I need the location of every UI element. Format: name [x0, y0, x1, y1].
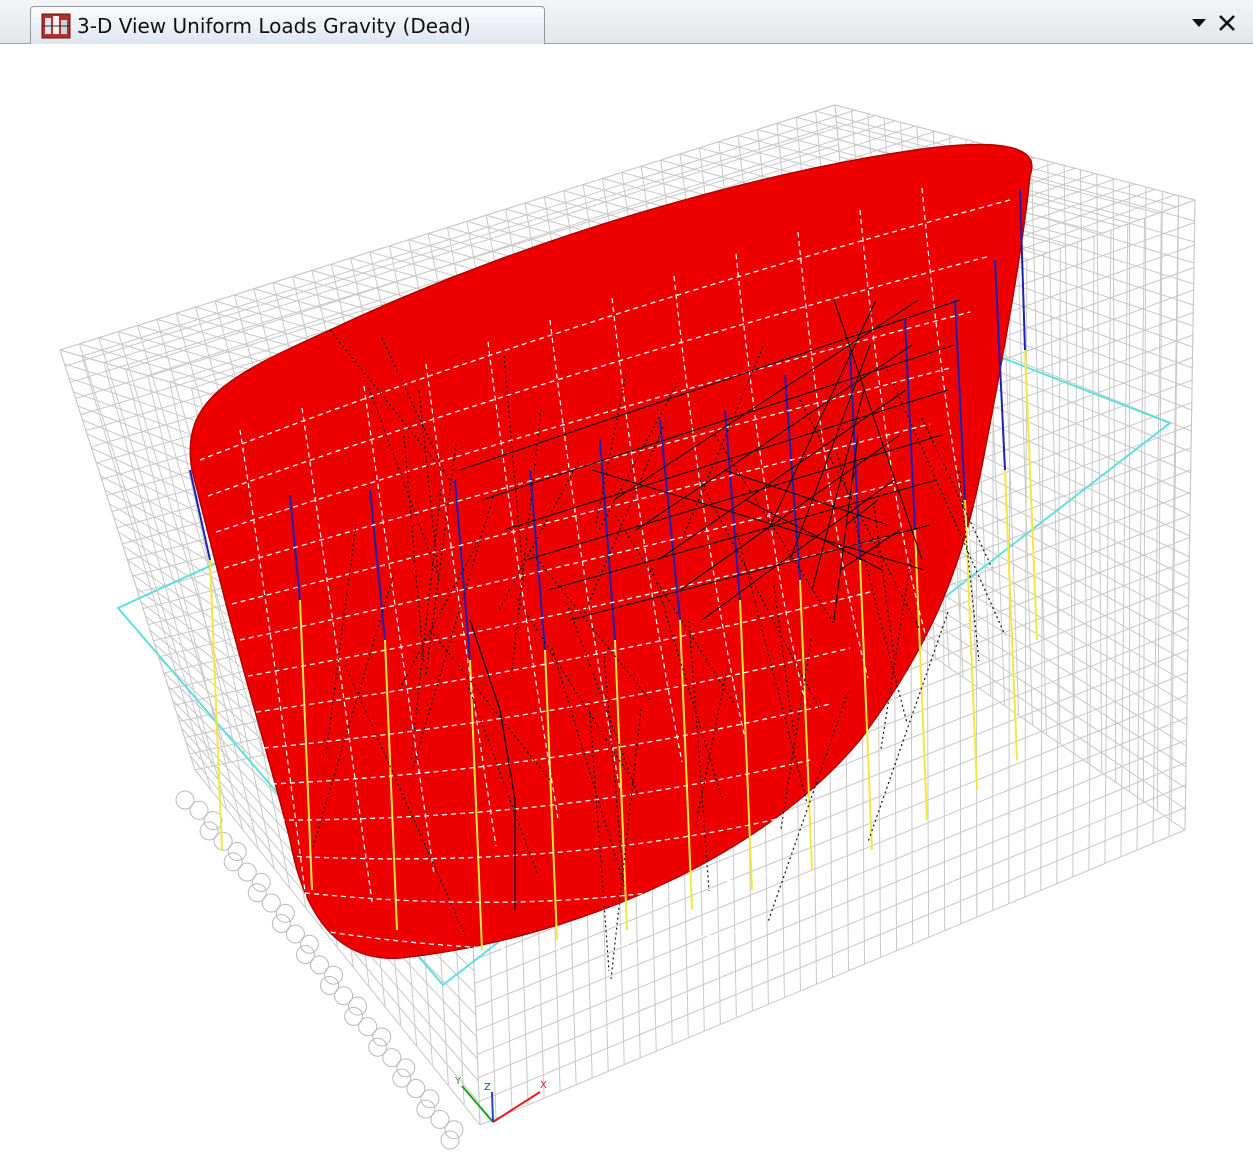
axis-triad: X Y Z [454, 1076, 547, 1123]
grid-bubble [275, 903, 295, 923]
model-viewport[interactable]: X Y Z [0, 44, 1253, 1171]
3d-model-canvas[interactable]: X Y Z [0, 44, 1253, 1171]
tab-3d-view[interactable]: 3-D View Uniform Loads Gravity (Dead) [30, 6, 545, 44]
x-axis-arrow [492, 1091, 541, 1123]
chevron-down-icon [1192, 19, 1206, 27]
grid-bubble [324, 965, 344, 985]
grid-bubble [440, 1130, 460, 1150]
z-axis-arrow [491, 1091, 494, 1123]
model-view-icon [41, 13, 71, 38]
grid-bubble [372, 1027, 392, 1047]
grid-bubble [203, 811, 223, 831]
grid-bubble [396, 1058, 416, 1078]
grid-bubble [420, 1089, 440, 1109]
window-close-button[interactable] [1214, 10, 1240, 36]
close-icon [1219, 15, 1235, 31]
grid-bubble [444, 1120, 464, 1140]
grid-bubble [251, 872, 271, 892]
window-dropdown-button[interactable] [1186, 10, 1212, 36]
grid-bubble [299, 934, 319, 954]
z-axis-label: Z [484, 1082, 491, 1093]
y-axis-label: Y [454, 1076, 462, 1087]
x-axis-label: X [540, 1080, 547, 1091]
view-window-titlebar: 3-D View Uniform Loads Gravity (Dead) [0, 0, 1253, 44]
grid-bubble [227, 842, 247, 862]
tab-title: 3-D View Uniform Loads Gravity (Dead) [77, 13, 471, 38]
grid-bubble [348, 996, 368, 1016]
